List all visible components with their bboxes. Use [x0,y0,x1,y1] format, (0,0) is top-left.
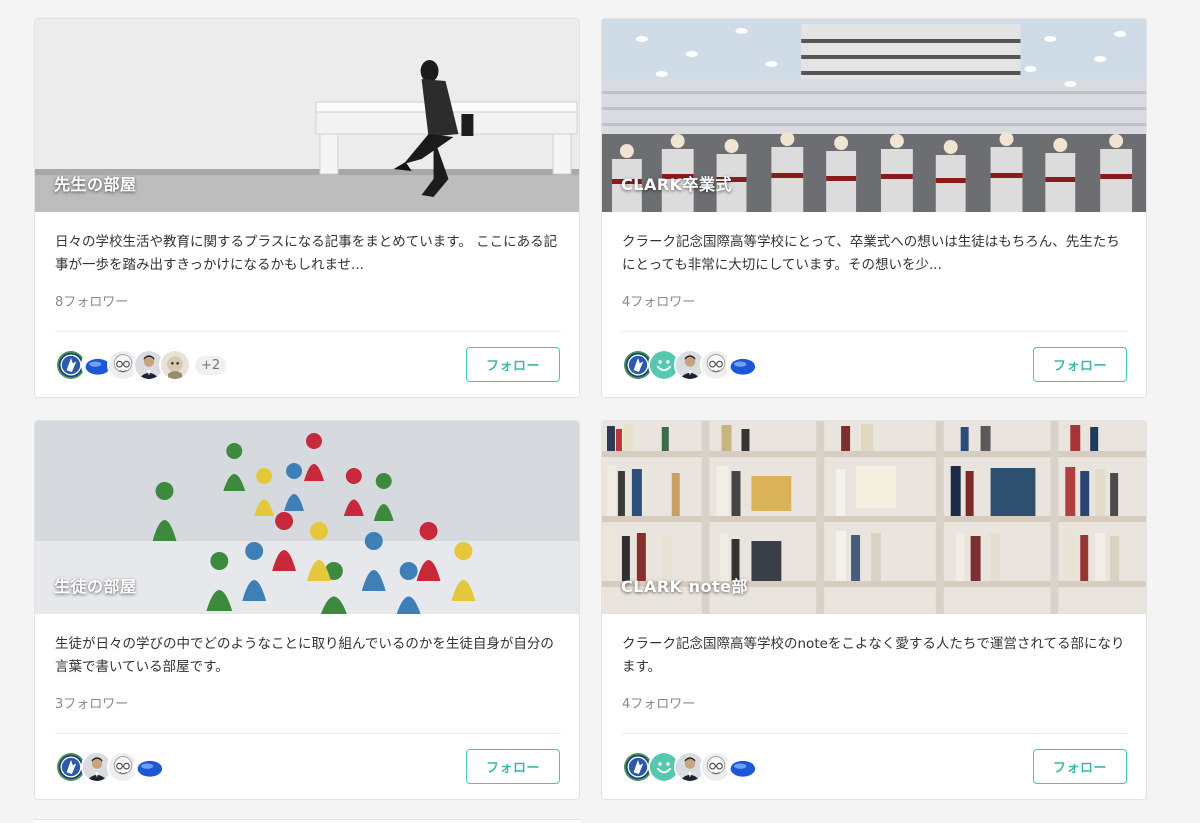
channel-card[interactable]: 生徒の部屋 生徒が日々の学びの中でどのようなことに取り組んでいるのかを生徒自身が… [34,420,580,800]
follow-button[interactable]: フォロー [1033,347,1127,382]
follow-button[interactable]: フォロー [466,347,560,382]
follower-avatars[interactable] [622,348,758,382]
divider [55,733,561,734]
divider [55,331,561,332]
follower-avatars[interactable] [55,750,165,784]
next-card-edge [34,819,580,823]
blue-blob-avatar[interactable] [133,751,165,783]
card-image-bookshelf[interactable]: CLARK note部 [602,421,1146,614]
divider [622,733,1128,734]
channel-card[interactable]: 先生の部屋 日々の学校生活や教育に関するプラスになる記事をまとめています。 ここ… [34,18,580,398]
channel-card[interactable]: CLARK卒業式 クラーク記念国際高等学校にとって、卒業式への想いは生徒はもちろ… [601,18,1147,398]
card-description: 生徒が日々の学びの中でどのようなことに取り組んでいるのかを生徒自身が自分の言葉で… [55,636,554,675]
card-image-woman-on-bench[interactable]: 先生の部屋 [35,19,579,212]
follower-count[interactable]: 8フォロワー [55,291,128,310]
follow-button[interactable]: フォロー [1033,749,1127,784]
more-followers-badge[interactable]: +2 [195,355,227,375]
card-image-graduation-ceremony[interactable]: CLARK卒業式 [602,19,1146,212]
channel-grid: 先生の部屋 日々の学校生活や教育に関するプラスになる記事をまとめています。 ここ… [0,0,1200,823]
card-title[interactable]: CLARK卒業式 [621,171,732,195]
follow-button[interactable]: フォロー [466,749,560,784]
channel-card[interactable]: CLARK note部 クラーク記念国際高等学校のnoteをこよなく愛する人たち… [601,420,1147,800]
blue-blob-avatar[interactable] [726,751,758,783]
follower-avatars[interactable]: +2 [55,348,227,382]
card-image-game-pieces[interactable]: 生徒の部屋 [35,421,579,614]
card-title[interactable]: 先生の部屋 [54,171,137,195]
divider [622,331,1128,332]
blue-blob-avatar[interactable] [726,349,758,381]
follower-count[interactable]: 4フォロワー [622,693,695,712]
cartoon-avatar[interactable] [159,349,191,381]
card-description: クラーク記念国際高等学校のnoteをこよなく愛する人たちで運営されてる部になりま… [622,636,1125,675]
card-title[interactable]: CLARK note部 [621,573,748,597]
follower-count[interactable]: 4フォロワー [622,291,695,310]
follower-avatars[interactable] [622,750,758,784]
card-title[interactable]: 生徒の部屋 [54,573,137,597]
card-description: 日々の学校生活や教育に関するプラスになる記事をまとめています。 ここにある記事が… [55,234,558,273]
follower-count[interactable]: 3フォロワー [55,693,128,712]
card-description: クラーク記念国際高等学校にとって、卒業式への想いは生徒はもちろん、先生たちにとっ… [622,234,1120,273]
